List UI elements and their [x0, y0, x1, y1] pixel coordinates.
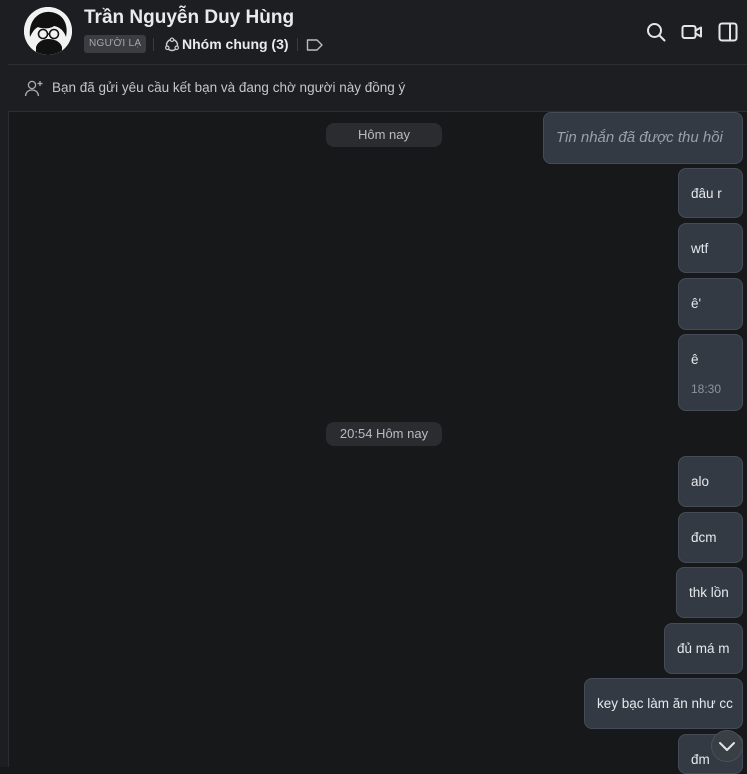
message-text: đâu r [691, 186, 722, 201]
message-bubble[interactable]: Tin nhắn đã được thu hồi [543, 112, 743, 164]
left-edge [0, 0, 9, 767]
chat-header: Trần Nguyễn Duy Hùng NGƯỜI LẠ Nhóm chung… [8, 0, 747, 65]
message-bubble[interactable]: thk lồn [676, 567, 743, 618]
stranger-badge: NGƯỜI LẠ [84, 35, 147, 53]
toggle-panel-icon[interactable] [716, 20, 740, 44]
message-text: đm [691, 752, 710, 767]
avatar[interactable] [24, 7, 72, 55]
message-text: wtf [691, 241, 709, 256]
common-groups-link[interactable]: Nhóm chung (3) [182, 36, 289, 52]
message-time: 18:30 [691, 382, 722, 396]
contact-name[interactable]: Trần Nguyễn Duy Hùng [84, 7, 294, 29]
message-text: đcm [691, 530, 717, 545]
message-bubble[interactable]: ê' [678, 278, 743, 330]
message-text: alo [691, 474, 710, 489]
chevron-down-icon [719, 742, 735, 751]
group-icon [164, 37, 180, 52]
message-text: ê' [691, 296, 702, 311]
divider [297, 38, 298, 51]
message-bubble[interactable]: alo [678, 456, 743, 507]
friend-request-banner: Bạn đã gửi yêu cầu kết bạn và đang chờ n… [8, 65, 747, 112]
message-bubble[interactable]: đcm [678, 512, 743, 563]
video-call-icon[interactable] [680, 20, 704, 44]
message-bubble[interactable]: key bạc làm ăn như cc [584, 678, 743, 729]
tag-icon[interactable] [306, 38, 324, 52]
scroll-to-bottom-button[interactable] [711, 730, 743, 762]
date-separator: Hôm nay [326, 123, 442, 147]
message-text: key bạc làm ăn như cc [597, 696, 733, 711]
message-text: đủ má m [677, 641, 730, 656]
message-text: thk lồn [689, 585, 729, 600]
message-bubble[interactable]: đủ má m [664, 623, 743, 674]
message-bubble[interactable]: wtf [678, 223, 743, 273]
recalled-message-text: Tin nhắn đã được thu hồi [556, 129, 723, 146]
search-icon[interactable] [644, 20, 668, 44]
banner-text: Bạn đã gửi yêu cầu kết bạn và đang chờ n… [52, 80, 406, 95]
message-bubble[interactable]: ê 18:30 [678, 334, 743, 411]
divider [153, 38, 154, 51]
add-friend-icon [24, 80, 43, 97]
message-text: ê [691, 352, 699, 367]
message-bubble[interactable]: đâu r [678, 168, 743, 218]
date-separator: 20:54 Hôm nay [326, 422, 442, 446]
